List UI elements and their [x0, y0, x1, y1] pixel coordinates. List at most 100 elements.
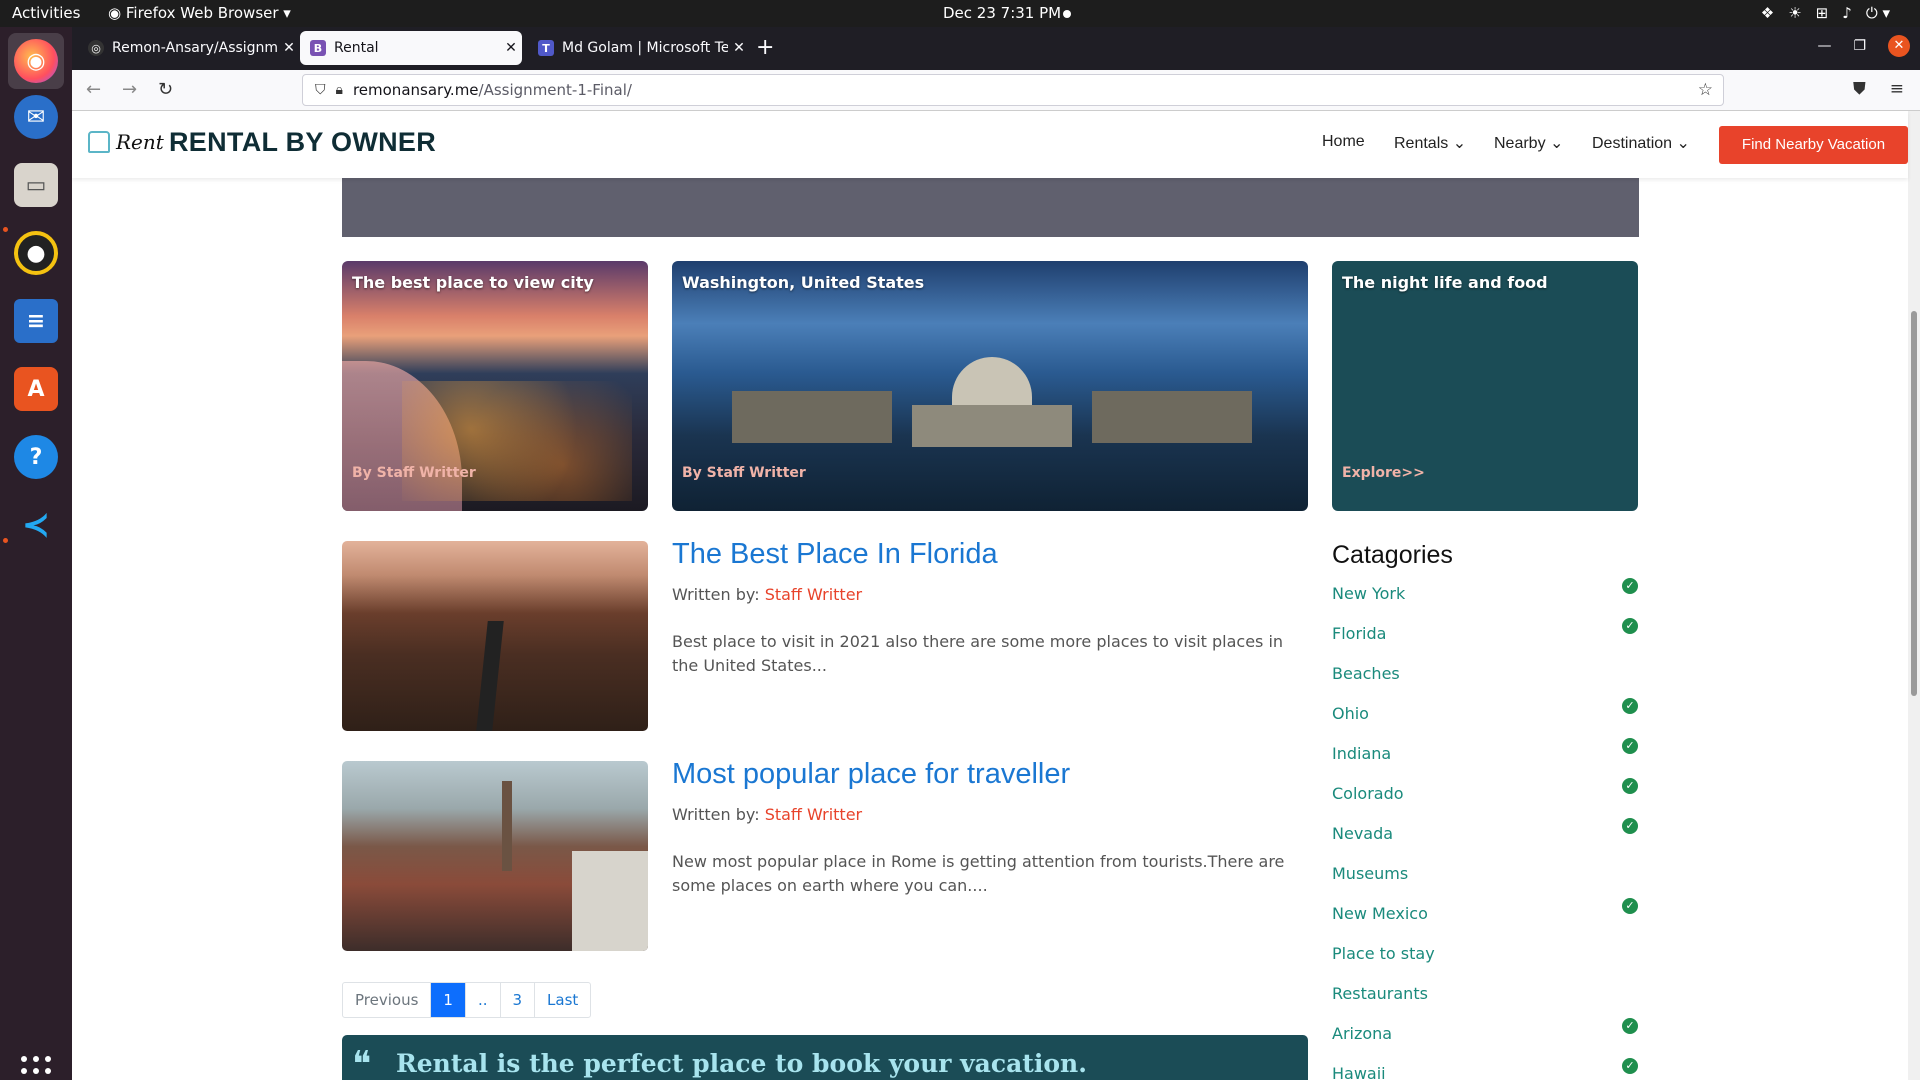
card-author[interactable]: By Staff Writter: [352, 465, 476, 481]
category-label[interactable]: Arizona: [1332, 1024, 1392, 1043]
back-icon[interactable]: ←: [86, 79, 101, 100]
category-item[interactable]: Colorado ✓: [1332, 778, 1638, 808]
bookmark-star-icon[interactable]: ☆: [1698, 80, 1713, 100]
category-item[interactable]: Place to stay: [1332, 938, 1638, 968]
category-item[interactable]: Restaurants: [1332, 978, 1638, 1008]
category-item[interactable]: New Mexico ✓: [1332, 898, 1638, 928]
close-tab-icon[interactable]: ✕: [728, 40, 750, 56]
category-label[interactable]: Florida: [1332, 624, 1386, 643]
power-icon[interactable]: ⏻ ▾: [1866, 4, 1890, 22]
category-label[interactable]: Nevada: [1332, 824, 1393, 843]
category-label[interactable]: Indiana: [1332, 744, 1391, 763]
dock-vscode[interactable]: ≺: [8, 497, 64, 553]
dock-thunderbird[interactable]: ✉: [8, 89, 64, 145]
pagination-ellipsis[interactable]: ..: [466, 983, 501, 1017]
tab-github[interactable]: ◎ Remon-Ansary/Assignme ✕: [78, 31, 300, 65]
nav-nearby[interactable]: Nearby ⌄: [1494, 133, 1563, 153]
nav-nearby-label: Nearby: [1494, 135, 1546, 152]
category-label[interactable]: New York: [1332, 584, 1405, 603]
new-tab-icon[interactable]: +: [756, 35, 774, 60]
pagination-page-3[interactable]: 3: [501, 983, 536, 1017]
nav-home[interactable]: Home: [1322, 133, 1365, 151]
network-icon[interactable]: ⊞: [1816, 4, 1829, 22]
post-author-link[interactable]: Staff Writter: [765, 585, 862, 604]
category-label[interactable]: New Mexico: [1332, 904, 1428, 923]
page-scrollbar[interactable]: [1908, 111, 1920, 1080]
category-item[interactable]: Arizona ✓: [1332, 1018, 1638, 1048]
dock-rhythmbox[interactable]: ●: [8, 225, 64, 281]
teams-tray-icon[interactable]: ❖: [1761, 4, 1774, 22]
pagination-last[interactable]: Last: [535, 983, 590, 1017]
forward-icon[interactable]: →: [122, 79, 137, 100]
post-excerpt: New most popular place in Rome is gettin…: [672, 852, 1285, 895]
category-item[interactable]: Ohio ✓: [1332, 698, 1638, 728]
notification-dot: [1063, 10, 1071, 18]
system-tray[interactable]: ❖ ☀ ⊞ ♪ ⏻ ▾: [1761, 4, 1890, 22]
tab-rental[interactable]: B Rental ✕: [300, 31, 522, 65]
brightness-icon[interactable]: ☀: [1788, 4, 1801, 22]
category-item[interactable]: Museums: [1332, 858, 1638, 888]
find-nearby-vacation-button[interactable]: Find Nearby Vacation: [1719, 126, 1908, 164]
show-applications-icon[interactable]: [21, 1056, 51, 1080]
scrollbar-thumb[interactable]: [1911, 311, 1917, 696]
dock-help[interactable]: ?: [8, 429, 64, 485]
nav-rentals[interactable]: Rentals ⌄: [1394, 133, 1466, 153]
dock-firefox[interactable]: ◉: [8, 33, 64, 89]
category-item[interactable]: Hawaii ✓: [1332, 1058, 1638, 1080]
app-menu[interactable]: ◉ Firefox Web Browser ▾: [108, 4, 291, 22]
pagination-previous[interactable]: Previous: [343, 983, 432, 1017]
post-title[interactable]: Most popular place for traveller: [672, 758, 1070, 791]
lock-icon[interactable]: 🔒︎: [336, 82, 343, 98]
category-label[interactable]: Ohio: [1332, 704, 1369, 723]
github-icon: ◎: [88, 40, 104, 56]
card-author[interactable]: By Staff Writter: [682, 465, 806, 481]
pagination-page-1[interactable]: 1: [431, 983, 466, 1017]
pocket-icon[interactable]: ⛊: [1853, 79, 1866, 99]
category-label[interactable]: Restaurants: [1332, 984, 1428, 1003]
category-item[interactable]: Florida ✓: [1332, 618, 1638, 648]
feature-card-washington[interactable]: Washington, United States By Staff Writt…: [672, 261, 1308, 511]
hamburger-menu-icon[interactable]: ≡: [1890, 79, 1904, 99]
reload-icon[interactable]: ↻: [158, 79, 173, 100]
category-item[interactable]: Beaches: [1332, 658, 1638, 688]
category-label[interactable]: Colorado: [1332, 784, 1404, 803]
close-tab-icon[interactable]: ✕: [278, 40, 300, 56]
chevron-down-icon: ⌄: [1676, 135, 1690, 152]
feature-card-nightlife[interactable]: The night life and food Explore>>: [1332, 261, 1638, 511]
category-label[interactable]: Hawaii: [1332, 1064, 1386, 1080]
activities-button[interactable]: Activities: [12, 4, 80, 22]
explore-link[interactable]: Explore>>: [1342, 465, 1425, 481]
shield-icon[interactable]: ⛉: [315, 82, 326, 98]
dock-files[interactable]: ▭: [8, 157, 64, 213]
post-author-link[interactable]: Staff Writter: [765, 805, 862, 824]
clock[interactable]: Dec 23 7:31 PM: [943, 4, 1061, 22]
tab-teams[interactable]: T Md Golam | Microsoft Tea ✕: [528, 31, 750, 65]
post-title[interactable]: The Best Place In Florida: [672, 538, 998, 571]
category-label[interactable]: Place to stay: [1332, 944, 1435, 963]
quote-text: Rental is the perfect place to book your…: [396, 1049, 1087, 1078]
chevron-down-icon: ⌄: [1452, 135, 1467, 152]
volume-icon[interactable]: ♪: [1842, 4, 1852, 22]
close-tab-icon[interactable]: ✕: [500, 40, 522, 56]
category-item[interactable]: Nevada ✓: [1332, 818, 1638, 848]
post-thumbnail-florida[interactable]: [342, 541, 648, 731]
category-item[interactable]: New York ✓: [1332, 578, 1638, 608]
site-brand[interactable]: RENTAL BY OWNER: [169, 127, 436, 158]
category-label[interactable]: Beaches: [1332, 664, 1400, 683]
card-title: Washington, United States: [682, 273, 925, 292]
restore-icon[interactable]: ❐: [1853, 38, 1866, 54]
minimize-icon[interactable]: —: [1817, 38, 1831, 54]
category-item[interactable]: Indiana ✓: [1332, 738, 1638, 768]
right-pavilion: [1092, 391, 1252, 443]
url-bar[interactable]: ⛉ 🔒︎ remonansary.me/Assignment-1-Final/ …: [302, 74, 1724, 106]
nav-destination[interactable]: Destination ⌄: [1592, 133, 1690, 153]
close-window-icon[interactable]: ✕: [1888, 35, 1910, 57]
feature-card-city[interactable]: The best place to view city By Staff Wri…: [342, 261, 648, 511]
site-logo[interactable]: Rent: [88, 130, 164, 154]
post-thumbnail-rome[interactable]: [342, 761, 648, 951]
dock-writer[interactable]: ≡: [8, 293, 64, 349]
dock-software[interactable]: A: [8, 361, 64, 417]
rhythmbox-icon: ●: [14, 231, 58, 275]
left-pavilion: [732, 391, 892, 443]
category-label[interactable]: Museums: [1332, 864, 1408, 883]
